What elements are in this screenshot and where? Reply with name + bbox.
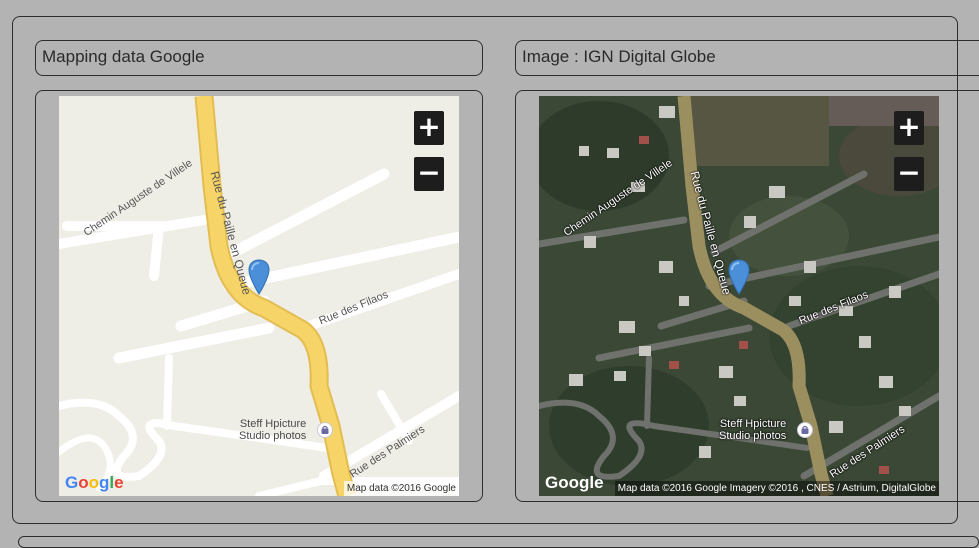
map-credit[interactable]: Map data ©2016 Google [343, 481, 459, 496]
shopping-bag-icon[interactable] [797, 422, 813, 438]
sat-poi-label[interactable]: Steff Hpicture Studio photos [719, 418, 786, 442]
map-pin-icon[interactable] [248, 259, 270, 295]
poi-label-line2: Studio photos [239, 430, 307, 442]
sat-google-logo[interactable]: Google [545, 473, 604, 493]
zoom-in-button[interactable]: + [414, 111, 444, 145]
left-panel-title: Mapping data Google [35, 40, 483, 76]
google-roadmap[interactable]: Rue du Paille en Queue Chemin Auguste de… [59, 96, 459, 496]
next-section-edge [18, 536, 979, 548]
poi-label-line1: Steff Hpicture [239, 418, 307, 430]
left-panel-title-text: Mapping data Google [42, 47, 205, 66]
sat-zoom-in-button[interactable]: + [894, 111, 924, 145]
satellite-map[interactable]: Rue du Paille en Queue Chemin Auguste de… [539, 96, 939, 496]
right-panel-title-text: Image : IGN Digital Globe [522, 47, 716, 66]
sat-poi-label-line1: Steff Hpicture [719, 418, 787, 430]
right-panel-title: Image : IGN Digital Globe [515, 40, 979, 76]
sat-poi-label-line2: Studio photos [719, 430, 787, 442]
sat-google-logo-text: Google [545, 473, 604, 492]
google-logo[interactable]: Google [65, 473, 124, 493]
sat-map-credit[interactable]: Map data ©2016 Google Imagery ©2016 , CN… [614, 481, 939, 496]
zoom-out-button[interactable]: − [414, 157, 444, 191]
shopping-bag-icon[interactable] [317, 422, 333, 438]
poi-label[interactable]: Steff Hpicture Studio photos [239, 418, 306, 442]
sat-zoom-out-button[interactable]: − [894, 157, 924, 191]
map-pin-icon[interactable] [728, 259, 750, 295]
